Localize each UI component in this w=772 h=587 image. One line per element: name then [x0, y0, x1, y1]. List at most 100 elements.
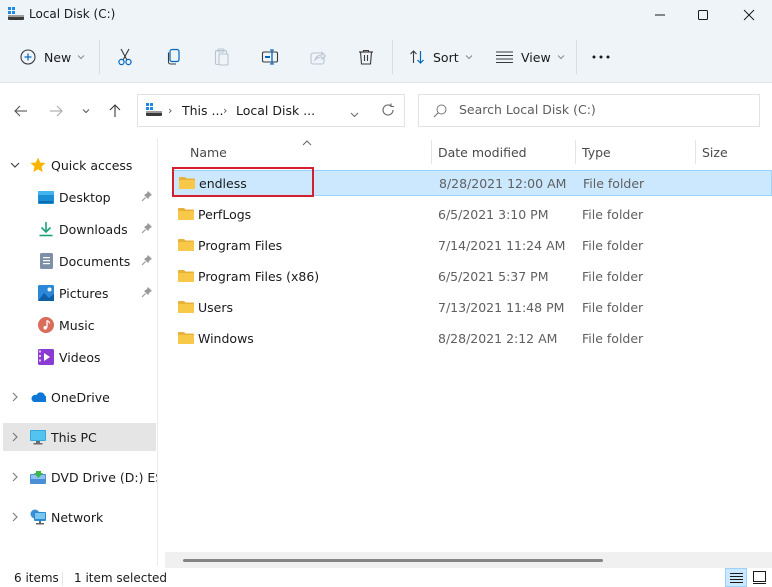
refresh-button[interactable] — [381, 103, 395, 120]
drive-icon — [146, 103, 162, 120]
search-box[interactable] — [418, 94, 760, 127]
recent-locations-button[interactable] — [74, 100, 98, 122]
file-row[interactable]: Program Files 7/14/2021 11:24 AM File fold… — [172, 233, 772, 259]
sidebar-item-music[interactable]: Music — [0, 311, 157, 339]
chevron-right-icon — [12, 432, 18, 442]
column-divider[interactable] — [431, 140, 432, 164]
sidebar-label: Pictures — [59, 285, 109, 301]
folder-icon — [178, 207, 194, 223]
column-header-name[interactable]: Name — [190, 138, 227, 166]
sidebar-label: Quick access — [51, 157, 133, 173]
file-row[interactable]: Windows 8/28/2021 2:12 AM File folder — [172, 326, 772, 352]
details-view-button[interactable] — [725, 568, 747, 587]
folder-icon — [179, 176, 195, 192]
column-divider[interactable] — [695, 140, 696, 164]
breadcrumb-local-disk[interactable]: Local Disk ... — [236, 103, 315, 118]
delete-button[interactable] — [357, 42, 375, 72]
sidebar-item-desktop[interactable]: Desktop — [0, 183, 157, 211]
sidebar-item-videos[interactable]: Videos — [0, 343, 157, 371]
horizontal-scrollbar[interactable] — [165, 552, 772, 568]
more-options-button[interactable] — [592, 42, 610, 72]
file-date-modified: 6/5/2021 3:10 PM — [438, 207, 549, 222]
sidebar-item-documents[interactable]: Documents — [0, 247, 157, 275]
address-bar[interactable]: › This ... › Local Disk ... — [137, 94, 405, 127]
sidebar-item-downloads[interactable]: Downloads — [0, 215, 157, 243]
up-button[interactable] — [103, 100, 127, 122]
forward-button[interactable] — [44, 100, 68, 122]
cut-button[interactable] — [116, 42, 134, 72]
file-date-modified: 7/13/2021 11:48 PM — [438, 300, 565, 315]
new-label: New — [44, 49, 72, 65]
sidebar-item-pictures[interactable]: Pictures — [0, 279, 157, 307]
chevron-down-icon — [10, 162, 20, 168]
sidebar-label: Music — [59, 317, 95, 333]
file-row[interactable]: PerfLogs 6/5/2021 3:10 PM File folder — [172, 202, 772, 228]
column-header-date-modified[interactable]: Date modified — [438, 138, 527, 166]
dvd-drive-icon — [30, 469, 46, 485]
file-name: endless — [199, 176, 247, 191]
file-type: File folder — [582, 238, 644, 253]
view-label: View — [521, 49, 551, 65]
breadcrumb-this-pc[interactable]: This ... — [182, 103, 223, 118]
sidebar-item-quick-access[interactable]: Quick access — [0, 151, 157, 179]
toolbar-divider — [576, 40, 577, 74]
file-row[interactable]: Program Files (x86) 6/5/2021 5:37 PM File … — [172, 264, 772, 290]
new-button[interactable]: New — [20, 42, 85, 72]
documents-icon — [38, 253, 54, 269]
chevron-right-icon — [12, 472, 18, 482]
file-row[interactable]: Users 7/13/2021 11:48 PM File folder — [172, 295, 772, 321]
sidebar-item-network[interactable]: Network — [0, 503, 157, 531]
sidebar-item-onedrive[interactable]: OneDrive — [0, 383, 157, 411]
column-divider[interactable] — [575, 140, 576, 164]
minimize-button[interactable] — [637, 0, 683, 30]
file-row[interactable]: endless 8/28/2021 12:00 AM File folder — [172, 170, 772, 196]
scrollbar-thumb[interactable] — [183, 559, 603, 562]
close-icon — [743, 9, 755, 21]
maximize-button[interactable] — [680, 0, 726, 30]
folder-icon — [178, 238, 194, 254]
paste-button[interactable] — [213, 42, 231, 72]
file-date-modified: 6/5/2021 5:37 PM — [438, 269, 549, 284]
star-icon — [30, 157, 46, 173]
address-history-dropdown[interactable] — [350, 107, 359, 121]
paste-icon — [214, 48, 229, 66]
sidebar-label: Network — [51, 509, 104, 525]
back-button[interactable] — [9, 100, 33, 122]
sort-icon — [410, 50, 424, 64]
sort-label: Sort — [433, 49, 459, 65]
toolbar-divider — [392, 40, 393, 74]
arrow-up-icon — [109, 104, 121, 117]
large-icons-view-icon — [752, 571, 766, 584]
close-button[interactable] — [726, 0, 772, 30]
column-header-size[interactable]: Size — [702, 138, 728, 166]
share-icon — [310, 51, 327, 65]
sidebar-item-this-pc[interactable]: This PC — [3, 423, 156, 451]
file-date-modified: 8/28/2021 12:00 AM — [439, 176, 567, 191]
search-input[interactable] — [459, 102, 749, 117]
command-bar: New Sort View — [0, 32, 772, 83]
toolbar-divider — [99, 40, 100, 74]
column-header-type[interactable]: Type — [582, 138, 611, 166]
copy-icon — [167, 48, 180, 65]
rename-icon — [261, 49, 279, 65]
rename-button[interactable] — [261, 42, 279, 72]
file-date-modified: 7/14/2021 11:24 AM — [438, 238, 566, 253]
sort-button[interactable]: Sort — [409, 42, 473, 72]
sidebar-label: DVD Drive (D:) ESD-I — [51, 469, 157, 485]
sidebar-label: Videos — [59, 349, 101, 365]
copy-button[interactable] — [165, 42, 183, 72]
minimize-icon — [655, 14, 665, 16]
file-type: File folder — [582, 207, 644, 222]
status-bar: 6 items 1 item selected — [0, 568, 772, 587]
file-date-modified: 8/28/2021 2:12 AM — [438, 331, 558, 346]
tiles-view-button[interactable] — [748, 568, 770, 587]
sidebar-label: OneDrive — [51, 389, 110, 405]
folder-icon — [178, 300, 194, 316]
view-button[interactable]: View — [496, 42, 565, 72]
sidebar-item-dvd-drive[interactable]: DVD Drive (D:) ESD-I — [0, 463, 157, 491]
sidebar-label: Documents — [59, 253, 131, 269]
share-button[interactable] — [309, 42, 327, 72]
file-name: Users — [198, 300, 234, 315]
file-type: File folder — [582, 269, 644, 284]
title-bar: Local Disk (C:) — [0, 0, 772, 32]
